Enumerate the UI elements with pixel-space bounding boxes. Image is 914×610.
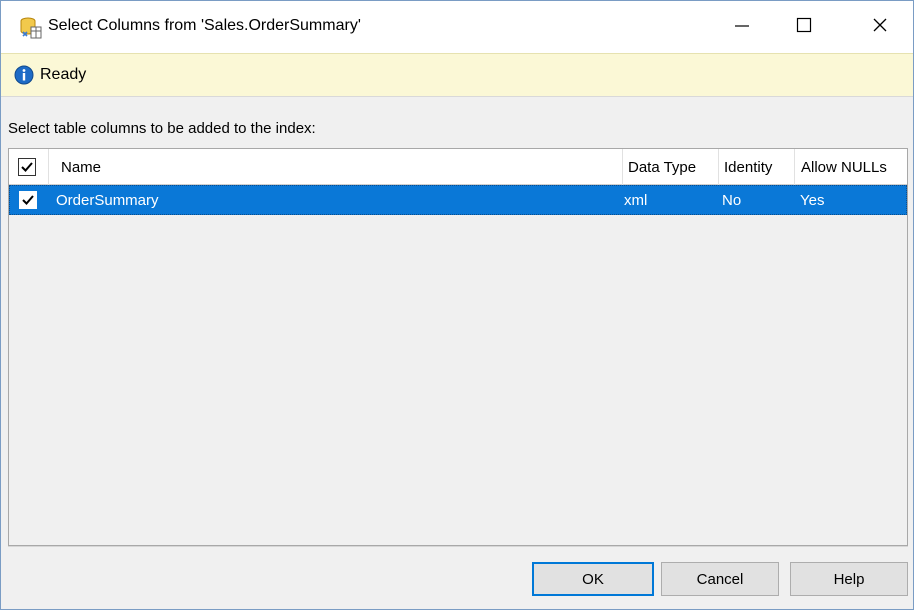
- close-button[interactable]: [851, 1, 909, 53]
- select-columns-dialog: Select Columns from 'Sales.OrderSummary': [0, 0, 914, 610]
- minimize-icon: [734, 17, 750, 37]
- column-header-identity[interactable]: Identity: [719, 149, 795, 185]
- cell-name: OrderSummary: [56, 192, 159, 209]
- title-bar[interactable]: Select Columns from 'Sales.OrderSummary': [1, 1, 913, 53]
- columns-grid[interactable]: Name Data Type Identity Allow NULLs Orde…: [8, 148, 908, 546]
- minimize-button[interactable]: [713, 1, 771, 53]
- status-text: Ready: [40, 66, 87, 83]
- cell-data-type: xml: [624, 192, 648, 209]
- maximize-icon: [796, 17, 812, 37]
- select-all-header[interactable]: [9, 149, 49, 185]
- maximize-button[interactable]: [775, 1, 833, 53]
- help-button[interactable]: Help: [790, 562, 908, 596]
- column-header-allow-nulls[interactable]: Allow NULLs: [795, 149, 907, 185]
- close-icon: [872, 17, 888, 37]
- column-header-name[interactable]: Name: [49, 149, 623, 185]
- column-header-data-type[interactable]: Data Type: [623, 149, 719, 185]
- status-bar: Ready: [1, 53, 913, 97]
- footer-divider: [8, 546, 908, 547]
- cell-allow-nulls: Yes: [800, 192, 825, 209]
- cell-identity: No: [722, 192, 742, 209]
- table-row[interactable]: OrderSummary xml No Yes: [9, 185, 907, 215]
- database-columns-icon: [19, 16, 43, 40]
- ok-button[interactable]: OK: [532, 562, 654, 596]
- select-all-checkbox[interactable]: [18, 158, 36, 176]
- info-icon: [14, 65, 34, 85]
- grid-header: Name Data Type Identity Allow NULLs: [9, 149, 907, 185]
- row-check-cell[interactable]: [10, 186, 50, 214]
- row-checkbox[interactable]: [19, 191, 37, 209]
- window-title: Select Columns from 'Sales.OrderSummary': [48, 17, 361, 34]
- cancel-button[interactable]: Cancel: [661, 562, 779, 596]
- instruction-label: Select table columns to be added to the …: [8, 120, 316, 137]
